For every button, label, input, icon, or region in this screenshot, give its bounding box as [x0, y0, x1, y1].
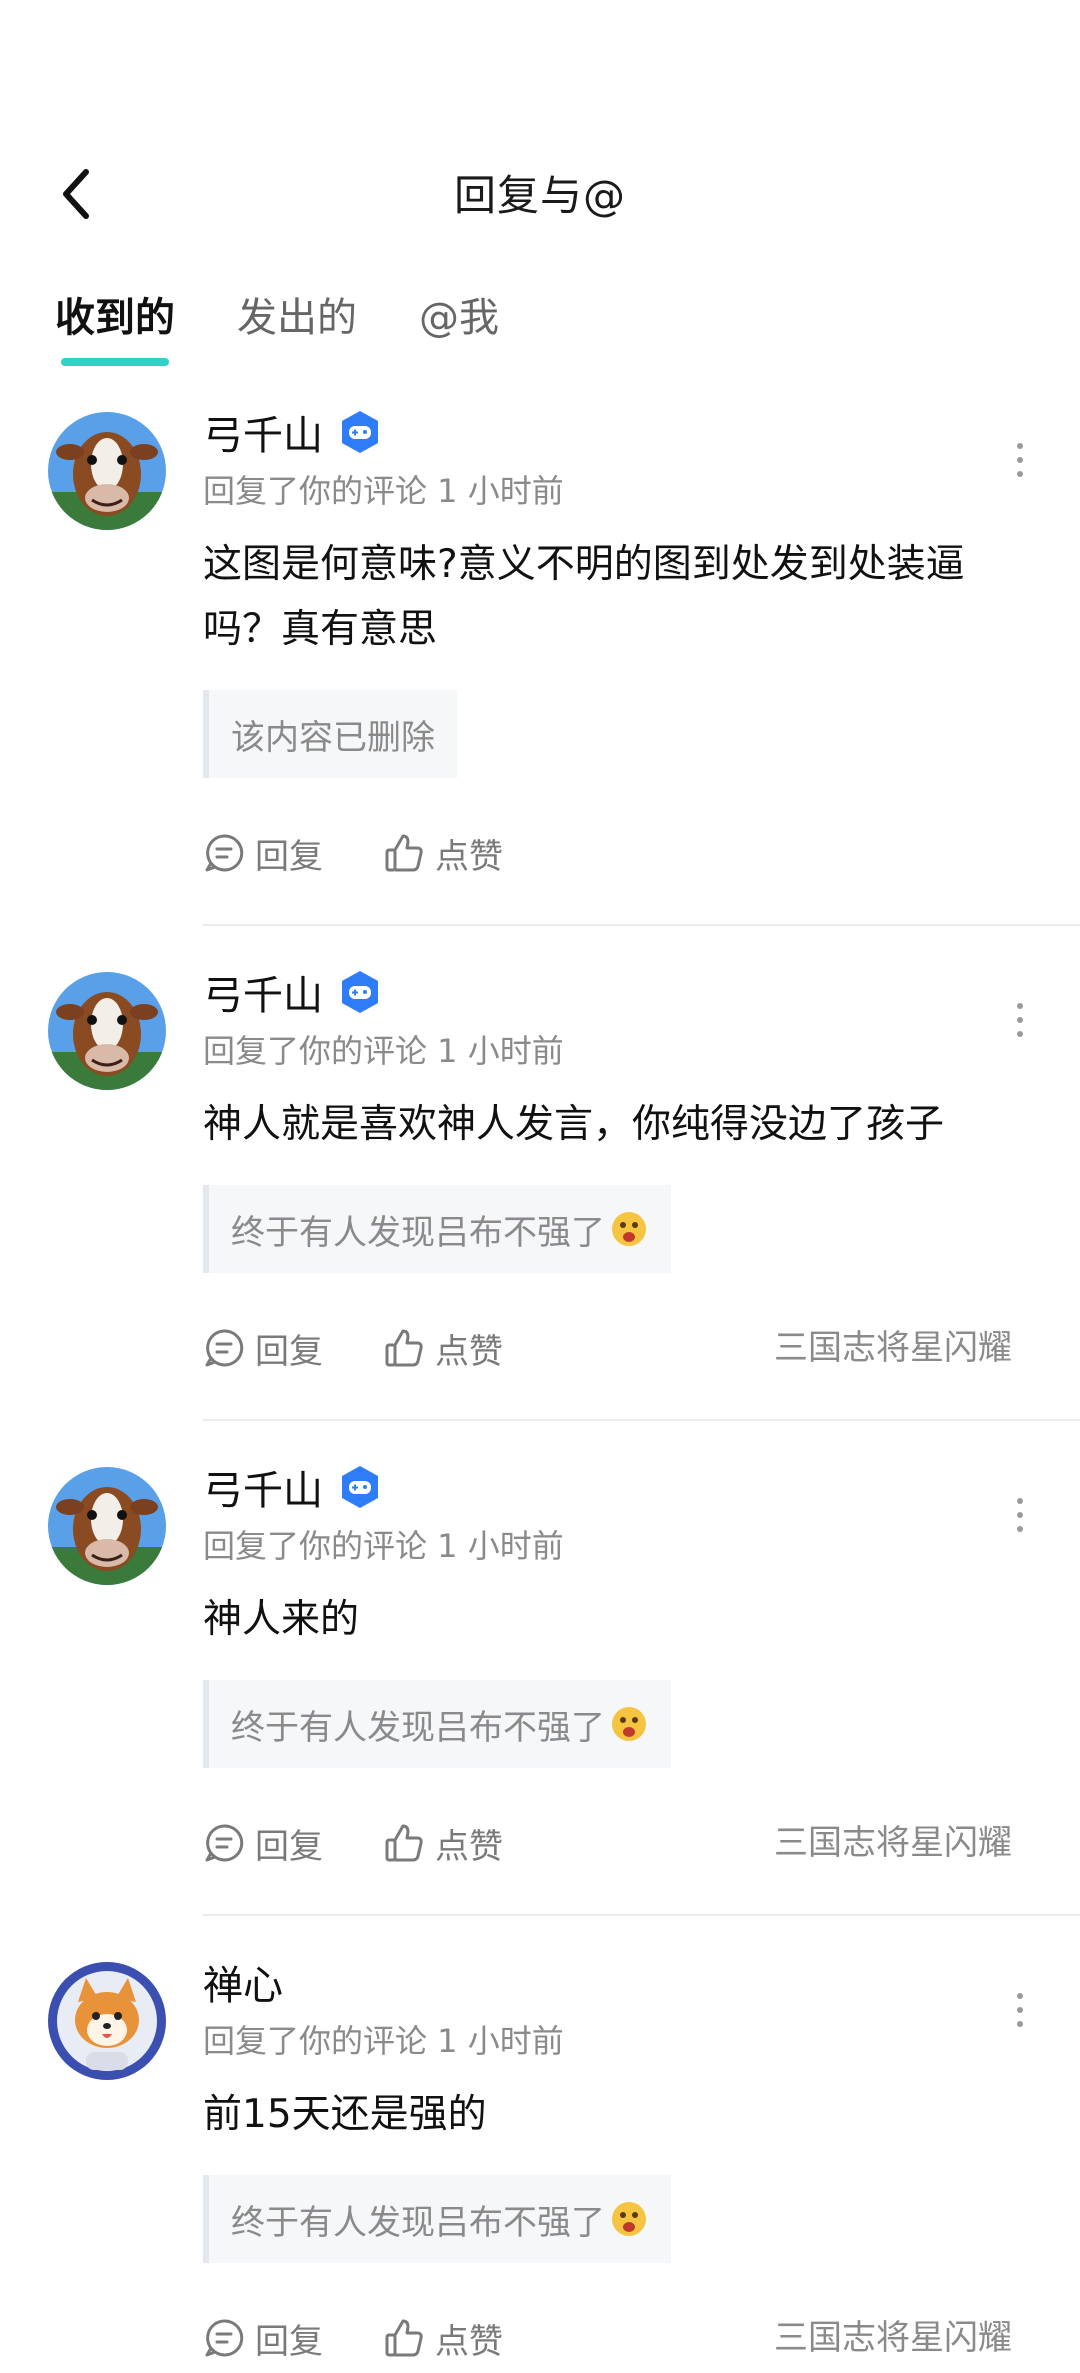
more-options-button[interactable]	[1000, 990, 1040, 1050]
avatar[interactable]	[48, 412, 166, 530]
emoji-icon	[612, 1707, 646, 1741]
emoji-icon	[612, 2202, 646, 2236]
source-game-label[interactable]: 三国志将星闪耀	[774, 1303, 1012, 1393]
divider	[203, 1419, 1080, 1421]
divider	[203, 924, 1080, 926]
reply-text: 这图是何意味?意义不明的图到处发到处装逼吗？真有意思	[203, 542, 965, 652]
reply-label: 回复	[255, 1331, 323, 1372]
action-row: 回复 点赞 三国志将星闪耀	[203, 1303, 1060, 1393]
avatar[interactable]	[48, 1467, 166, 1585]
more-options-button[interactable]	[1000, 1980, 1040, 2040]
cow-avatar-icon	[48, 972, 166, 1090]
tab-mentions[interactable]: @我	[419, 290, 499, 360]
like-label: 点赞	[435, 1331, 503, 1372]
quoted-comment[interactable]: 终于有人发现吕布不强了	[203, 2175, 671, 2263]
comment-icon	[205, 2319, 244, 2357]
source-game-label[interactable]: 三国志将星闪耀	[774, 1798, 1012, 1888]
reply-item[interactable]: 弓千山 回复了你的评论 1 小时前 这图是何意味?意义不明的图到处发到处装逼吗？…	[0, 400, 1080, 926]
user-name[interactable]: 弓千山	[203, 1458, 323, 1516]
like-button[interactable]: 点赞	[383, 1819, 503, 1868]
reply-list: 弓千山 回复了你的评论 1 小时前 这图是何意味?意义不明的图到处发到处装逼吗？…	[0, 400, 1080, 2373]
reply-meta: 回复了你的评论 1 小时前	[203, 472, 564, 510]
page-title: 回复与@	[453, 171, 626, 220]
action-row: 回复 点赞 三国志将星闪耀	[203, 2293, 1060, 2373]
reply-item[interactable]: 弓千山 回复了你的评论 1 小时前 神人就是喜欢神人发言，你纯得没边了孩子 终于…	[0, 960, 1080, 1421]
reply-meta: 回复了你的评论 1 小时前	[203, 1527, 564, 1565]
reply-label: 回复	[255, 836, 323, 877]
reply-label: 回复	[255, 1826, 323, 1867]
user-name[interactable]: 禅心	[203, 1953, 283, 2011]
cow-avatar-icon	[48, 412, 166, 530]
quoted-text: 终于有人发现吕布不强了	[231, 1212, 605, 1253]
more-options-button[interactable]	[1000, 1485, 1040, 1545]
reply-button[interactable]: 回复	[203, 829, 323, 878]
reply-button[interactable]: 回复	[203, 2314, 323, 2363]
more-options-button[interactable]	[1000, 430, 1040, 490]
game-badge-icon	[342, 971, 378, 1013]
thumbs-up-icon	[385, 1329, 423, 1367]
tab-label: 收到的	[55, 295, 175, 341]
comment-icon	[205, 834, 244, 872]
reply-button[interactable]: 回复	[203, 1819, 323, 1868]
user-name[interactable]: 弓千山	[203, 403, 323, 461]
thumbs-up-icon	[385, 2319, 423, 2357]
replies-page: 回复与@ 收到的 发出的 @我 弓千山 回复了你的评论 1 小时前 这图是何意味…	[0, 0, 1080, 2373]
reply-item[interactable]: 弓千山 回复了你的评论 1 小时前 神人来的 终于有人发现吕布不强了 回复 点赞…	[0, 1455, 1080, 1916]
avatar[interactable]	[48, 972, 166, 1090]
reply-button[interactable]: 回复	[203, 1324, 323, 1373]
reply-meta: 回复了你的评论 1 小时前	[203, 2022, 564, 2060]
comment-icon	[205, 1824, 244, 1862]
tab-bar: 收到的 发出的 @我	[55, 290, 561, 366]
reply-label: 回复	[255, 2321, 323, 2362]
like-label: 点赞	[435, 836, 503, 877]
thumbs-up-icon	[385, 1824, 423, 1862]
like-button[interactable]: 点赞	[383, 829, 503, 878]
tab-sent[interactable]: 发出的	[237, 290, 357, 360]
top-bar: 回复与@	[0, 140, 1080, 240]
emoji-icon	[612, 1212, 646, 1246]
reply-meta: 回复了你的评论 1 小时前	[203, 1032, 564, 1070]
reply-text: 神人来的	[203, 1597, 360, 1642]
active-tab-indicator	[61, 358, 169, 366]
cow-avatar-icon	[48, 1467, 166, 1585]
thumbs-up-icon	[385, 834, 423, 872]
like-label: 点赞	[435, 1826, 503, 1867]
quoted-comment[interactable]: 终于有人发现吕布不强了	[203, 1185, 671, 1273]
user-name[interactable]: 弓千山	[203, 963, 323, 1021]
quoted-text: 终于有人发现吕布不强了	[231, 1707, 605, 1748]
like-button[interactable]: 点赞	[383, 1324, 503, 1373]
shiba-avatar-icon	[48, 1962, 166, 2080]
avatar[interactable]	[48, 1962, 166, 2080]
reply-text: 神人就是喜欢神人发言，你纯得没边了孩子	[203, 1102, 945, 1147]
game-badge-icon	[342, 1466, 378, 1508]
quoted-comment[interactable]: 终于有人发现吕布不强了	[203, 1680, 671, 1768]
tab-label: @我	[419, 295, 499, 341]
source-game-label[interactable]: 三国志将星闪耀	[774, 2293, 1012, 2373]
quoted-text: 该内容已删除	[231, 717, 435, 758]
action-row: 回复 点赞	[203, 808, 1060, 898]
like-label: 点赞	[435, 2321, 503, 2362]
divider	[203, 1914, 1080, 1916]
comment-icon	[205, 1329, 244, 1367]
game-badge-icon	[342, 411, 378, 453]
quoted-comment[interactable]: 该内容已删除	[203, 690, 457, 778]
reply-item[interactable]: 禅心 回复了你的评论 1 小时前 前15天还是强的 终于有人发现吕布不强了 回复…	[0, 1950, 1080, 2373]
quoted-text: 终于有人发现吕布不强了	[231, 2202, 605, 2243]
action-row: 回复 点赞 三国志将星闪耀	[203, 1798, 1060, 1888]
like-button[interactable]: 点赞	[383, 2314, 503, 2363]
tab-label: 发出的	[237, 295, 357, 341]
reply-text: 前15天还是强的	[203, 2092, 487, 2137]
tab-received[interactable]: 收到的	[55, 290, 175, 366]
